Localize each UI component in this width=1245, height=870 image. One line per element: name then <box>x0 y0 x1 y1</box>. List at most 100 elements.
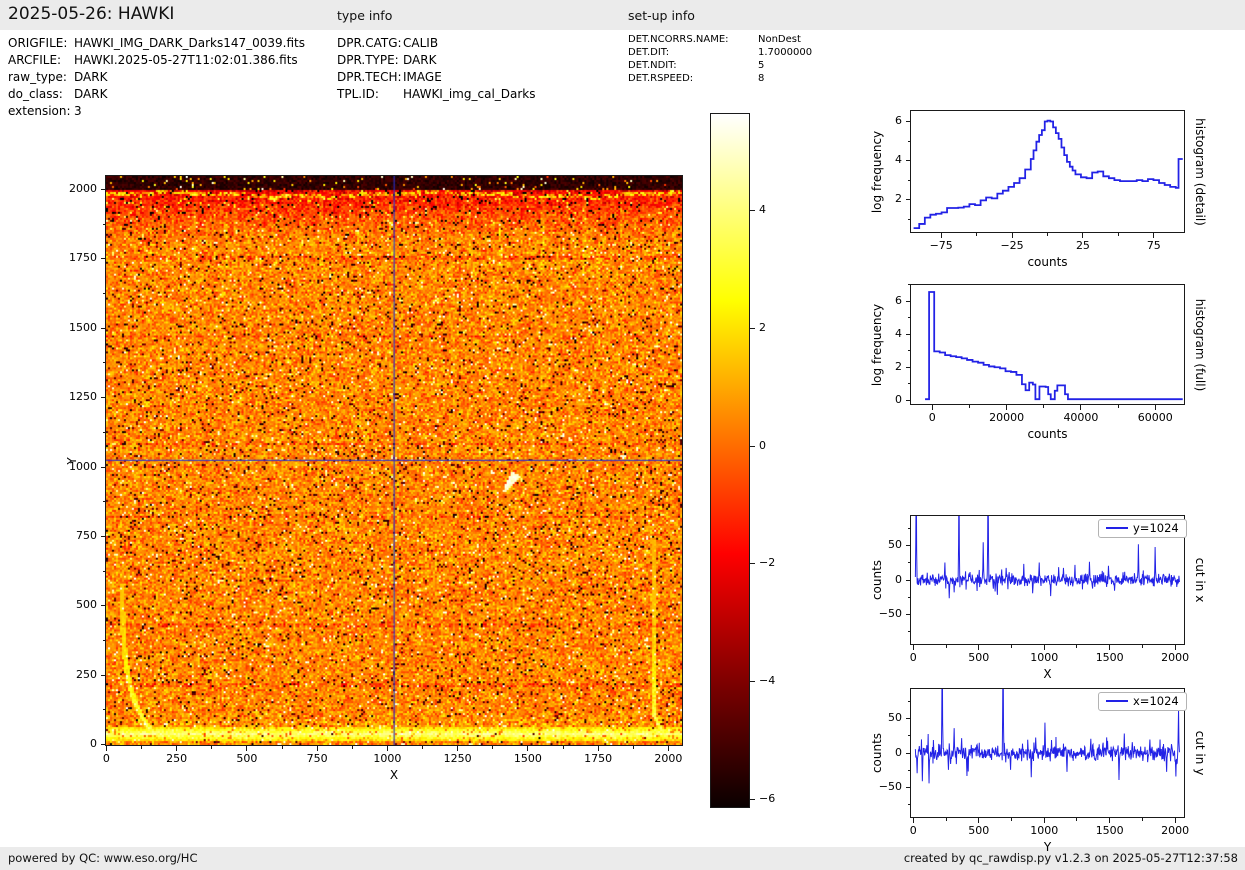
y-minor-tick <box>102 640 105 642</box>
x-tick-label: 0 <box>928 411 936 424</box>
right-axis-label: cut in x <box>1193 557 1207 603</box>
footer-left-text: powered by QC: www.eso.org/HC <box>8 851 198 865</box>
main-image-axes <box>105 175 683 746</box>
info-label: DPR.CATG: <box>337 36 402 50</box>
setup-label: DET.NDIT: <box>628 60 677 71</box>
y-tick-mark <box>100 744 105 746</box>
y-minor-tick <box>102 362 105 364</box>
x-minor-tick <box>351 746 353 749</box>
info-value: CALIB <box>403 36 439 50</box>
setup-value: 1.7000000 <box>758 47 813 58</box>
x-minor-tick <box>1141 818 1143 821</box>
x-minor-tick <box>1010 818 1012 821</box>
x-tick-label: 500 <box>968 651 990 664</box>
x-tick-mark <box>1043 645 1045 650</box>
info-value: DARK <box>74 87 108 101</box>
x-tick-mark <box>1080 405 1082 410</box>
cut-y-legend: x=1024 <box>1098 692 1187 711</box>
x-minor-tick <box>1076 645 1078 648</box>
x-minor-tick <box>141 746 143 749</box>
x-minor-tick <box>976 233 978 236</box>
info-value: DARK <box>74 70 108 84</box>
y-minor-tick <box>102 223 105 225</box>
info-row: raw_type: DARK <box>8 70 107 84</box>
x-tick-label: 1500 <box>513 752 542 765</box>
info-label: do_class: <box>8 87 63 101</box>
y-tick-label: 1500 <box>69 320 97 334</box>
y-tick-label: 1750 <box>69 251 97 265</box>
colorbar-tick-mark <box>750 563 755 565</box>
hist-full-plot-line <box>925 291 1183 401</box>
y-tick-label: −50 <box>878 779 902 793</box>
x-tick-mark <box>1011 233 1013 238</box>
hist-detail-axes <box>910 110 1185 233</box>
series-path <box>913 119 1183 230</box>
x-tick-mark <box>597 746 599 751</box>
x-tick-label: 0 <box>909 651 917 664</box>
legend-label: x=1024 <box>1133 694 1179 708</box>
x-tick-mark <box>912 645 914 650</box>
y-minor-tick <box>102 501 105 503</box>
cut-x-legend: y=1024 <box>1098 519 1187 538</box>
x-axis-label: X <box>389 768 399 782</box>
y-tick-label: −50 <box>878 606 902 620</box>
series-path <box>925 291 1183 401</box>
x-tick-label: 1750 <box>584 752 613 765</box>
x-tick-mark <box>386 746 388 751</box>
x-axis-label: Y <box>1043 840 1052 854</box>
setup-row: DET.RSPEED: 8 <box>628 73 764 84</box>
y-tick-mark <box>100 674 105 676</box>
x-tick-mark <box>246 746 248 751</box>
x-tick-label: 0 <box>909 824 917 837</box>
legend-line-sample <box>1106 700 1128 702</box>
x-tick-label: 1000 <box>1030 651 1059 664</box>
y-tick-label: 500 <box>76 598 97 612</box>
info-label: TPL.ID: <box>337 87 379 101</box>
x-minor-tick <box>1117 233 1119 236</box>
y-tick-label: 50 <box>888 538 902 552</box>
x-minor-tick <box>211 746 213 749</box>
x-minor-tick <box>1076 818 1078 821</box>
right-axis-label: histogram (detail) <box>1193 117 1207 226</box>
colorbar-tick-mark <box>750 680 755 682</box>
info-label: ORIGFILE: <box>8 36 68 50</box>
setup-row: DET.DIT: 1.7000000 <box>628 47 812 58</box>
x-minor-tick <box>1047 233 1048 236</box>
y-minor-tick <box>102 431 105 433</box>
x-minor-tick <box>281 746 283 749</box>
setup-row: DET.NCORRS.NAME: NonDest <box>628 34 801 45</box>
x-axis-label: counts <box>1027 255 1068 269</box>
x-minor-tick <box>492 746 494 749</box>
info-row: ARCFILE: HAWKI.2025-05-27T11:02:01.386.fi… <box>8 53 298 67</box>
info-value: HAWKI.2025-05-27T11:02:01.386.fits <box>74 53 298 67</box>
x-minor-tick <box>1010 645 1012 648</box>
y-tick-label: 750 <box>76 528 97 542</box>
y-minor-tick <box>102 570 105 572</box>
info-label: DPR.TYPE: <box>337 53 399 67</box>
colorbar-tick-mark <box>750 798 755 800</box>
hist-detail-plot-line <box>913 119 1183 230</box>
y-tick-label: 0 <box>90 737 97 751</box>
x-tick-label: −25 <box>1000 239 1024 252</box>
page-title: 2025-05-26: HAWKI <box>8 4 175 24</box>
x-tick-mark <box>1174 645 1176 650</box>
x-tick-mark <box>1109 645 1111 650</box>
x-tick-label: 25 <box>1075 239 1090 252</box>
colorbar-tick-label: 0 <box>759 438 766 452</box>
colorbar-tick-label: −4 <box>759 673 776 687</box>
x-tick-mark <box>1006 405 1008 410</box>
y-tick-label: 1250 <box>69 390 97 404</box>
x-minor-tick <box>632 746 634 749</box>
y-tick-label: 6 <box>895 114 902 128</box>
y-tick-label: 0 <box>895 392 902 406</box>
info-row: TPL.ID: HAWKI_img_cal_Darks <box>337 87 536 101</box>
y-tick-label: 50 <box>888 711 902 725</box>
setup-value: NonDest <box>758 34 801 45</box>
x-tick-label: 75 <box>1146 239 1161 252</box>
x-minor-tick <box>945 645 947 648</box>
setup-value: 5 <box>758 60 765 71</box>
info-label: extension: <box>8 104 71 118</box>
info-value: DARK <box>403 53 437 67</box>
x-tick-mark <box>940 233 942 238</box>
x-axis-label: counts <box>1027 427 1068 441</box>
